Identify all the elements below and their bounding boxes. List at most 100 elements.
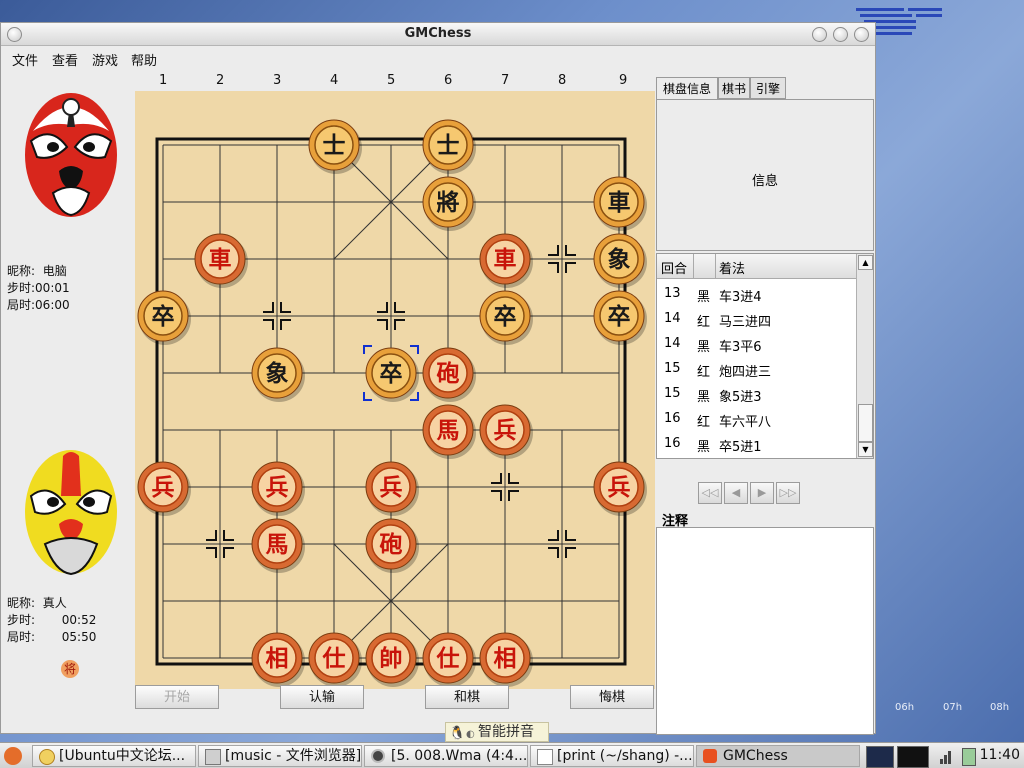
red-piece[interactable]: 相 [479,632,533,687]
red-piece[interactable]: 相 [251,632,305,687]
menu-file[interactable]: 文件 [12,50,38,69]
maximize-button[interactable] [833,27,848,42]
start-button[interactable]: 开始 [135,685,219,709]
position-marker [548,547,559,558]
turn-indicator-badge: 将 [61,660,79,678]
move-row[interactable]: 15 红炮四进三 [657,357,857,382]
network-signal-icon[interactable] [940,748,954,764]
scroll-down-arrow[interactable]: ▼ [858,442,873,457]
nick-label: 昵称: [7,264,36,278]
tab-board-info[interactable]: 棋盘信息 [656,77,718,99]
board-info-panel: 信息 [656,99,874,251]
task-gmchess[interactable]: GMChess [696,745,860,767]
battery-icon[interactable] [962,748,976,766]
red-piece[interactable]: 兵 [365,461,419,516]
opponent-mask-red [25,93,117,217]
side-panel: 棋盘信息 棋书 引擎 信息 回合 着法 13 黑车3进4 14 红马三进四 14 黑车… [656,77,874,737]
task-music-player[interactable]: [5. 008.Wma (4:4... [364,745,528,767]
round-column-header[interactable]: 回合 [661,258,687,277]
black-piece[interactable]: 士 [308,119,362,174]
scroll-thumb[interactable] [858,404,873,442]
taskbar: [Ubuntu中文论坛... [music - 文件浏览器] [5. 008.W… [0,742,1024,768]
black-piece[interactable]: 車 [593,176,647,231]
resign-button[interactable]: 认输 [280,685,364,709]
system-monitor-icon[interactable] [866,746,894,768]
menu-game[interactable]: 游戏 [92,50,118,69]
svg-text:仕: 仕 [436,645,460,672]
black-piece[interactable]: 卒 [593,290,647,345]
task-print-editor[interactable]: [print (~/shang) -... [530,745,694,767]
browser-icon [39,749,55,765]
selection-marker [363,345,372,354]
move-list-scrollbar[interactable]: ▲ ▼ [856,254,873,458]
task-ubuntu-forum[interactable]: [Ubuntu中文论坛... [32,745,196,767]
menu-view[interactable]: 查看 [52,50,78,69]
red-piece[interactable]: 砲 [365,518,419,573]
menu-help[interactable]: 帮助 [131,50,157,69]
window-title: GMChess [404,26,472,41]
workspace-switcher[interactable] [897,746,929,768]
gmchess-window: GMChess 文件 查看 游戏 帮助 1 2 3 4 5 6 7 8 9 九 … [0,22,876,737]
window-menu-button[interactable] [7,27,22,42]
move-row[interactable]: 13 黑车3进4 [657,282,857,307]
black-piece[interactable]: 卒 [137,290,191,345]
move-list[interactable]: 回合 着法 13 黑车3进4 14 红马三进四 14 黑车3平6 15 红炮四进三 15… [656,253,874,459]
svg-text:兵: 兵 [266,475,289,501]
status-bar [1,711,875,733]
move-column-header[interactable]: 着法 [719,258,745,277]
minimize-button[interactable] [812,27,827,42]
undo-button[interactable]: 悔棋 [570,685,654,709]
red-piece[interactable]: 兵 [137,461,191,516]
board-grid[interactable]: 士士將 車車車象卒卒卒象卒砲馬 兵兵兵兵兵馬 砲相仕帥仕相 [135,91,655,689]
first-move-button[interactable]: ◁◁ [698,482,722,504]
red-piece[interactable]: 帥 [365,632,419,687]
black-piece[interactable]: 象 [593,233,647,288]
chess-board[interactable]: 士士將車車車象卒卒卒象卒砲馬兵兵兵兵兵馬砲相仕帥仕相 [135,91,655,689]
move-row[interactable]: 16 黑卒5进1 [657,432,857,457]
red-piece[interactable]: 車 [479,233,533,288]
black-piece[interactable]: 象 [251,347,305,402]
player-info: 昵称: 真人 步时: 00:52 局时: 05:50 [7,595,96,646]
clock[interactable]: 11:40 [980,747,1020,763]
red-piece[interactable]: 馬 [422,404,476,459]
move-row[interactable]: 14 红马三进四 [657,307,857,332]
red-piece[interactable]: 兵 [593,461,647,516]
svg-text:象: 象 [266,360,289,387]
red-piece[interactable]: 仕 [422,632,476,687]
file-label: 5 [387,73,396,88]
prev-move-button[interactable]: ◀ [724,482,748,504]
tab-opening-book[interactable]: 棋书 [718,77,750,99]
black-piece[interactable]: 卒 [479,290,533,345]
desktop-tick-07: 07h [943,702,963,713]
black-piece[interactable]: 卒 [365,347,419,402]
move-row[interactable]: 16 红车六平八 [657,407,857,432]
ime-indicator[interactable]: 🐧 ◐ 智能拼音 [445,722,549,742]
move-row[interactable]: 15 黑象5进3 [657,382,857,407]
file-label: 8 [558,73,567,88]
comment-textarea[interactable] [656,527,874,735]
position-marker [377,302,388,313]
next-move-button[interactable]: ▶ [750,482,774,504]
draw-button[interactable]: 和棋 [425,685,509,709]
last-move-button[interactable]: ▷▷ [776,482,800,504]
close-button[interactable] [854,27,869,42]
red-piece[interactable]: 車 [194,233,248,288]
position-marker [280,319,291,330]
ubuntu-menu-icon[interactable] [4,747,22,765]
scroll-up-arrow[interactable]: ▲ [858,255,873,270]
position-marker [223,547,234,558]
player-game-time: 05:50 [61,630,97,644]
red-piece[interactable]: 砲 [422,347,476,402]
red-piece[interactable]: 仕 [308,632,362,687]
red-piece[interactable]: 馬 [251,518,305,573]
tab-engine[interactable]: 引擎 [750,77,786,99]
title-bar[interactable]: GMChess [1,23,875,46]
task-file-browser[interactable]: [music - 文件浏览器] [198,745,362,767]
chess-app-icon [703,749,717,763]
black-piece[interactable]: 將 [422,176,476,231]
move-row[interactable]: 14 黑车3平6 [657,332,857,357]
red-piece[interactable]: 兵 [479,404,533,459]
red-piece[interactable]: 兵 [251,461,305,516]
svg-text:象: 象 [608,246,631,273]
black-piece[interactable]: 士 [422,119,476,174]
